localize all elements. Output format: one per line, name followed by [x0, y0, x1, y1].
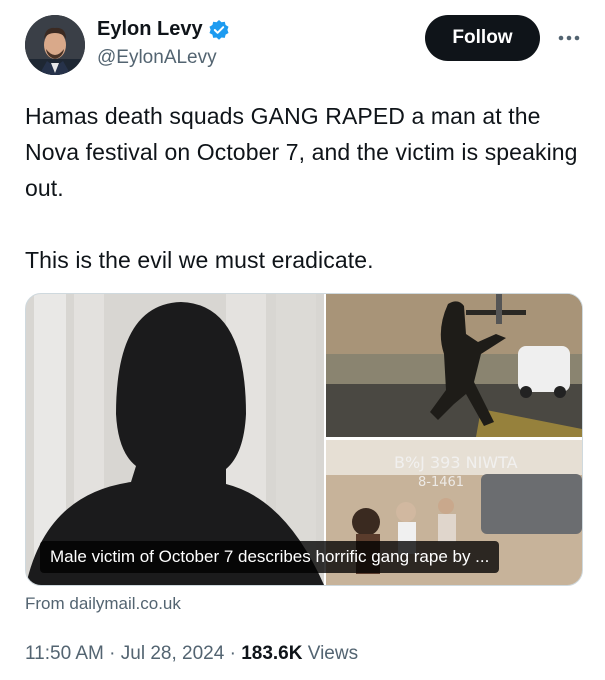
- link-source[interactable]: From dailymail.co.uk: [25, 594, 181, 614]
- tweet-text: Hamas death squads GANG RAPED a man at t…: [25, 98, 585, 278]
- tweet-time[interactable]: 11:50 AM: [25, 643, 104, 664]
- author-avatar[interactable]: [25, 15, 85, 75]
- tweet-paragraph: Hamas death squads GANG RAPED a man at t…: [25, 103, 578, 201]
- author-handle[interactable]: @EylonALevy: [97, 47, 217, 69]
- meta-separator: ·: [109, 643, 116, 664]
- tweet-meta: 11:50 AM · Jul 28, 2024 · 183.6K Views: [25, 643, 358, 665]
- verified-badge-icon: [208, 19, 230, 41]
- tweet-paragraph: This is the evil we must eradicate.: [25, 247, 374, 273]
- author-name-row: Eylon Levy: [97, 18, 230, 41]
- avatar-photo: [25, 15, 85, 75]
- link-preview-card[interactable]: B%J 393 NIWTA 8-1461 Male victim of Octo…: [25, 293, 583, 586]
- svg-text:B%J 393 NIWTA: B%J 393 NIWTA: [394, 453, 518, 472]
- tweet-date[interactable]: Jul 28, 2024: [121, 643, 225, 664]
- views-count: 183.6K: [241, 643, 303, 664]
- card-caption[interactable]: Male victim of October 7 describes horri…: [40, 541, 500, 573]
- author-name[interactable]: Eylon Levy: [97, 18, 203, 41]
- views-label: Views: [307, 643, 359, 664]
- more-options-button[interactable]: [552, 24, 586, 52]
- follow-button[interactable]: Follow: [425, 15, 540, 61]
- meta-separator: ·: [229, 643, 236, 664]
- svg-text:8-1461: 8-1461: [418, 475, 464, 490]
- tweet-header: Eylon Levy @EylonALevy Follow: [0, 0, 605, 90]
- more-icon: [558, 35, 580, 41]
